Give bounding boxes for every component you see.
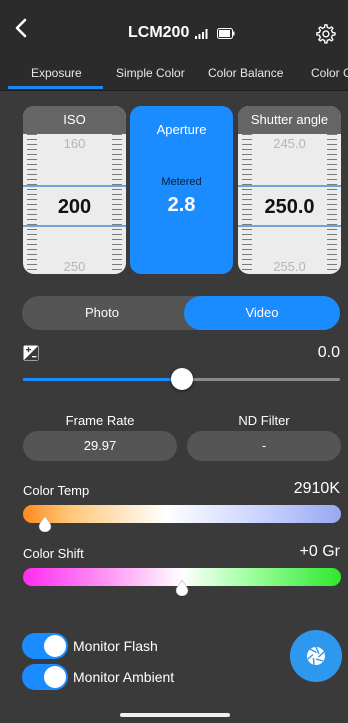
- color-temp-slider[interactable]: [23, 505, 341, 523]
- color-temp-value: 2910K: [293, 480, 340, 497]
- monitor-ambient-label: Monitor Ambient: [73, 669, 175, 685]
- iso-dial-label: ISO: [23, 106, 126, 134]
- tab-color-balance[interactable]: Color Balance: [208, 66, 283, 80]
- color-shift-value: +0 Gr: [299, 543, 340, 560]
- frame-rate-select[interactable]: 29.97: [23, 431, 177, 461]
- monitor-flash-label: Monitor Flash: [73, 638, 158, 654]
- iso-dial[interactable]: ISO 160 200 250: [23, 106, 126, 274]
- shutter-next-value: 255.0: [273, 259, 306, 274]
- device-title: LCM200: [128, 24, 190, 41]
- nd-filter-label: ND Filter: [238, 413, 290, 428]
- exposure-slider-fill: [23, 378, 182, 381]
- iso-next-value: 250: [63, 259, 86, 274]
- color-shift-label: Color Shift: [23, 546, 84, 561]
- monitor-flash-toggle[interactable]: [22, 633, 68, 659]
- tab-simple-color[interactable]: Simple Color: [116, 66, 185, 80]
- tab-color-gel[interactable]: Color G: [311, 66, 348, 80]
- exposure-compensation-value: 0.0: [317, 344, 340, 361]
- mode-segmented-control: Photo Video: [22, 296, 340, 330]
- device-title-group: LCM200: [128, 24, 235, 42]
- back-icon[interactable]: [10, 16, 34, 40]
- shutter-dial-label: Shutter angle: [238, 106, 341, 134]
- signal-icon: [195, 29, 208, 39]
- battery-icon: [217, 27, 235, 39]
- mode-photo-option[interactable]: Photo: [24, 296, 180, 330]
- home-indicator: [120, 713, 230, 717]
- gear-icon[interactable]: [314, 23, 336, 45]
- monitor-ambient-toggle[interactable]: [22, 664, 68, 690]
- color-temp-slider-thumb[interactable]: [38, 516, 52, 532]
- iso-prev-value: 160: [63, 136, 86, 151]
- shutter-angle-dial[interactable]: Shutter angle 245.0 250.0 255.0: [238, 106, 341, 274]
- aperture-dial[interactable]: Aperture Metered 2.8: [130, 106, 233, 274]
- color-temp-label: Color Temp: [23, 483, 90, 498]
- aperture-value: 2.8: [167, 194, 196, 216]
- shutter-value: 250.0: [264, 196, 315, 218]
- nd-filter-select[interactable]: -: [187, 431, 341, 461]
- active-tab-indicator: [8, 86, 103, 89]
- exposure-slider-thumb[interactable]: [170, 368, 193, 390]
- mode-video-option[interactable]: Video: [184, 296, 340, 330]
- shutter-prev-value: 245.0: [273, 136, 306, 151]
- aperture-icon: [307, 646, 325, 666]
- aperture-metered-label: Metered: [161, 176, 202, 188]
- aperture-dial-label: Aperture: [156, 122, 207, 137]
- color-shift-slider-thumb[interactable]: [175, 580, 189, 596]
- iso-value: 200: [57, 196, 92, 218]
- frame-rate-label: Frame Rate: [65, 413, 135, 428]
- tab-exposure[interactable]: Exposure: [31, 66, 82, 80]
- exposure-compensation-icon: [23, 345, 39, 361]
- shutter-button[interactable]: [290, 630, 342, 682]
